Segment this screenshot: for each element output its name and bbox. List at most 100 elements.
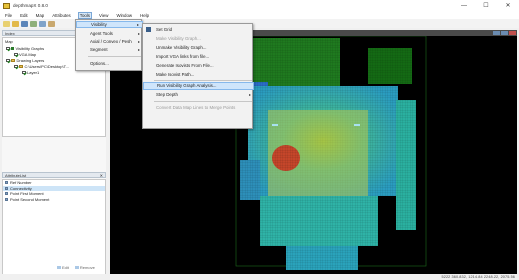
tree-map-header: Map bbox=[5, 39, 13, 44]
import-vga-links-item[interactable]: Import VGA links from file... bbox=[143, 53, 254, 61]
make-isovist-path-item[interactable]: Make Isovist Path... bbox=[143, 71, 254, 79]
tools-menu-visibility[interactable]: Visibility ▸ bbox=[76, 21, 143, 28]
menu-item-label: Unmake Visibility Graph... bbox=[156, 45, 207, 51]
attribute-label: Ref Number bbox=[10, 180, 32, 186]
menu-separator bbox=[88, 56, 141, 57]
menu-item-label: Convert Data Map Lines to Merge Points bbox=[156, 105, 236, 111]
checkbox[interactable] bbox=[14, 52, 18, 57]
pane-close-icon[interactable]: ✕ bbox=[100, 173, 103, 178]
visibility-submenu: Set Grid Make Visibility Graph... Unmake… bbox=[142, 23, 254, 129]
tree-item-label: Visibility Graphs bbox=[15, 46, 45, 51]
menu-separator bbox=[154, 80, 252, 81]
tree-vga-map[interactable]: VGA Map bbox=[14, 52, 36, 57]
step-depth-item[interactable]: Step Depth ▸ bbox=[143, 91, 254, 99]
menu-file[interactable]: File bbox=[4, 12, 13, 19]
layer-icon bbox=[11, 47, 14, 50]
title-bar: depthmapX 0.8.0 — ☐ ✕ bbox=[0, 0, 519, 11]
attribute-icon bbox=[5, 192, 8, 196]
tools-menu-segment[interactable]: Segment ▸ bbox=[76, 46, 143, 53]
tree-map-label: Map bbox=[5, 39, 13, 44]
menu-item-label: Agent Tools bbox=[90, 31, 113, 36]
attribute-buttons: Edit Remove bbox=[57, 265, 101, 270]
status-coordinates: 5222 360.832, 1214.84 2248.22, 2075.56 bbox=[441, 274, 515, 279]
save-icon[interactable] bbox=[21, 20, 28, 27]
menu-item-label: Options... bbox=[90, 61, 109, 66]
menu-window[interactable]: Window bbox=[115, 12, 133, 19]
map-window-controls bbox=[492, 31, 516, 35]
menu-bar: File Edit Map Attributes Tools View Wind… bbox=[0, 11, 519, 19]
tree-item-label: C:\Users\PC\Desktop\T... bbox=[24, 64, 69, 69]
menu-map[interactable]: Map bbox=[35, 12, 46, 19]
tree-item-label: VGA Map bbox=[19, 52, 37, 57]
attribute-icon bbox=[5, 197, 8, 201]
tree-drawing-file[interactable]: C:\Users\PC\Desktop\T... bbox=[14, 64, 69, 69]
menu-item-label: Make Isovist Path... bbox=[156, 72, 195, 78]
menu-item-label: Generate Isovists From File... bbox=[156, 63, 214, 69]
edit-label: Edit bbox=[62, 265, 69, 270]
tools-menu-agent-tools[interactable]: Agent Tools ▸ bbox=[76, 30, 143, 37]
map-close-button[interactable] bbox=[509, 31, 516, 35]
status-bar: 5222 360.832, 1214.84 2248.22, 2075.56 bbox=[0, 274, 519, 280]
checkbox[interactable] bbox=[22, 70, 26, 75]
tree-layer[interactable]: Layer1 bbox=[22, 70, 39, 75]
checkbox[interactable] bbox=[6, 58, 10, 63]
menu-item-label: Make Visibility Graph... bbox=[156, 36, 201, 42]
menu-help[interactable]: Help bbox=[139, 12, 150, 19]
remove-attribute-button[interactable]: Remove bbox=[74, 265, 95, 270]
folder-icon bbox=[11, 59, 15, 62]
window-controls: — ☐ ✕ bbox=[453, 0, 519, 11]
edit-attribute-button[interactable]: Edit bbox=[57, 265, 69, 270]
menu-attributes[interactable]: Attributes bbox=[51, 12, 72, 19]
generate-isovists-item[interactable]: Generate Isovists From File... bbox=[143, 62, 254, 70]
menu-item-label: Axial / Convex / Pesh bbox=[90, 39, 132, 44]
attribute-pane-header: AttributeList ✕ bbox=[2, 172, 106, 178]
checkbox[interactable] bbox=[14, 64, 18, 69]
submenu-arrow-icon: ▸ bbox=[137, 31, 140, 36]
attribute-list: Ref Number Connectivity Point First Mome… bbox=[2, 179, 106, 275]
pan-tool-icon[interactable] bbox=[39, 20, 46, 27]
attribute-label: Connectivity bbox=[10, 185, 32, 191]
remove-label: Remove bbox=[79, 265, 95, 270]
close-button[interactable]: ✕ bbox=[497, 0, 519, 11]
map-restore-button[interactable] bbox=[501, 31, 508, 35]
menu-edit[interactable]: Edit bbox=[19, 12, 29, 19]
map-minimize-button[interactable] bbox=[493, 31, 500, 35]
grid-icon bbox=[146, 27, 151, 33]
attribute-pane-title: AttributeList bbox=[5, 172, 27, 178]
minimize-button[interactable]: — bbox=[453, 0, 475, 11]
tools-menu-axial[interactable]: Axial / Convex / Pesh ▸ bbox=[76, 38, 143, 45]
attribute-item[interactable]: Point Second Moment bbox=[3, 197, 105, 203]
set-grid-item[interactable]: Set Grid bbox=[143, 26, 254, 34]
make-visibility-graph-item: Make Visibility Graph... bbox=[143, 35, 254, 43]
submenu-arrow-icon: ▸ bbox=[137, 39, 140, 44]
run-vga-item[interactable]: Run Visibility Graph Analysis... bbox=[143, 82, 254, 90]
select-tool-icon[interactable] bbox=[30, 20, 37, 27]
tree-item-label: Layer1 bbox=[27, 70, 40, 75]
tree-item-label: Drawing Layers bbox=[16, 58, 45, 63]
maximize-button[interactable]: ☐ bbox=[475, 0, 497, 11]
remove-icon bbox=[74, 266, 79, 269]
new-file-icon[interactable] bbox=[3, 20, 10, 27]
tools-menu-options[interactable]: Options... bbox=[76, 60, 143, 67]
app-icon bbox=[3, 2, 10, 9]
checkbox[interactable] bbox=[6, 46, 10, 51]
zoom-tool-icon[interactable] bbox=[48, 20, 55, 27]
submenu-arrow-icon: ▸ bbox=[248, 92, 251, 98]
menu-tools[interactable]: Tools bbox=[77, 11, 92, 19]
tree-visibility-graphs[interactable]: Visibility Graphs bbox=[6, 46, 44, 51]
unmake-visibility-graph-item[interactable]: Unmake Visibility Graph... bbox=[143, 44, 254, 52]
folder-icon bbox=[19, 65, 23, 68]
menu-view[interactable]: View bbox=[98, 12, 109, 19]
menu-item-label: Step Depth bbox=[156, 92, 178, 98]
menu-item-label: Segment bbox=[90, 47, 108, 52]
open-folder-icon[interactable] bbox=[12, 20, 19, 27]
attribute-label: Point First Moment bbox=[10, 191, 44, 197]
submenu-arrow-icon: ▸ bbox=[136, 22, 139, 27]
submenu-arrow-icon: ▸ bbox=[137, 47, 140, 52]
tree-drawing-layers[interactable]: Drawing Layers bbox=[6, 58, 44, 63]
window-title: depthmapX 0.8.0 bbox=[13, 3, 48, 8]
menu-item-label: Run Visibility Graph Analysis... bbox=[157, 83, 217, 89]
menu-separator bbox=[154, 101, 252, 102]
menu-item-label: Import VGA links from file... bbox=[156, 54, 210, 60]
attribute-icon bbox=[5, 186, 8, 190]
